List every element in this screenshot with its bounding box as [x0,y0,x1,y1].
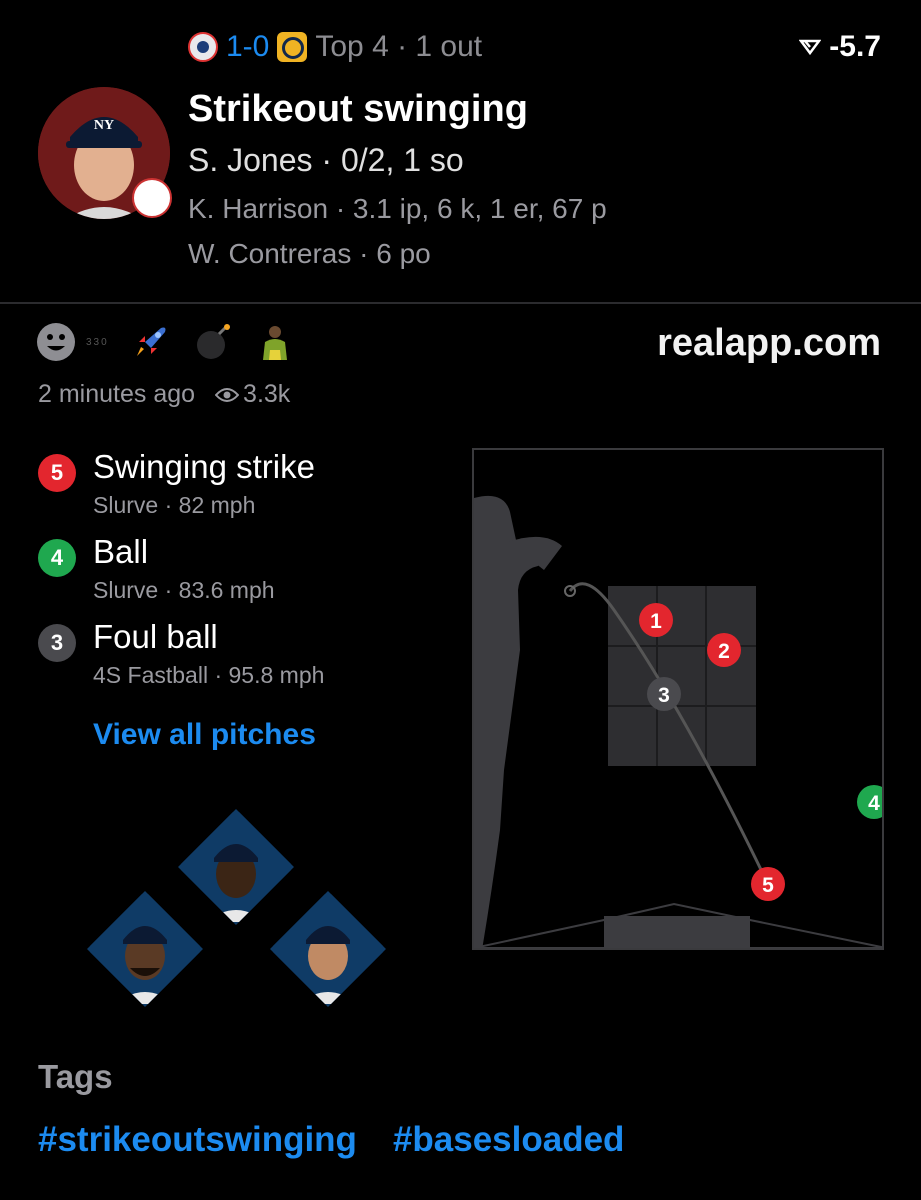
views: 3.3k [215,380,290,409]
nyy-logo-icon [188,32,218,62]
pitch-detail: Slurve · 83.6 mph [93,577,275,603]
pitch-speed: 83.6 mph [178,577,275,603]
zone-pitch-marker: 3 [647,677,681,711]
second-base-runner[interactable] [178,809,294,925]
eye-icon [215,387,240,402]
inning-status: Top 4 · 1 out [315,30,483,63]
tags-title: Tags [38,1058,113,1095]
svg-text:3: 3 [658,684,670,707]
bomb-icon[interactable] [193,322,233,362]
zone-pitch-marker: 2 [707,633,741,667]
divider [0,302,921,304]
pitch-speed: 95.8 mph [228,662,325,688]
first-base-runner[interactable] [270,891,386,1007]
pitcher-line[interactable]: K. Harrison · 3.1 ip, 6 k, 1 er, 67 p [188,193,607,225]
game-status-line: 1-0 Top 4 · 1 out [188,30,482,64]
svg-text:5: 5 [762,874,774,897]
pitch-type: 4S Fastball [93,662,209,688]
win-probability-value: -5.7 [829,30,881,63]
svg-text:2: 2 [718,640,730,663]
tag-list: #strikeoutswinging #basesloaded [38,1120,624,1160]
pitch-type: Slurve [93,577,159,603]
zone-box [608,586,756,766]
zone-pitch-marker: 1 [639,603,673,637]
svg-text:1: 1 [650,610,662,633]
pitch-number-badge: 4 [38,539,76,577]
pitch-type: Slurve [93,492,159,518]
reaction-row: 330 [36,322,295,362]
view-all-pitches-link[interactable]: View all pitches [93,718,316,752]
trend-icon [799,39,822,56]
post-meta: 2 minutes ago 3.3k [38,380,290,409]
svg-text:4: 4 [868,792,880,815]
pitch-result: Ball [93,533,149,570]
svg-text:NY: NY [94,118,114,133]
score: 1-0 [226,30,270,63]
pitch-detail: 4S Fastball · 95.8 mph [93,662,325,688]
third-base-runner[interactable] [87,891,203,1007]
pitch-number-badge: 3 [38,624,76,662]
pitch-result: Foul ball [93,618,218,655]
player-icon[interactable] [255,322,295,362]
win-probability: -5.7 [799,30,881,64]
strike-zone-graphic: 1 2 3 4 5 [474,495,882,948]
team-badge-icon [132,178,172,218]
pitch-detail: Slurve · 82 mph [93,492,256,518]
tag-link[interactable]: #basesloaded [393,1120,625,1160]
pitch-result: Swinging strike [93,448,315,485]
mil-logo-icon [277,32,308,62]
pitch-speed: 82 mph [178,492,256,518]
zone-pitch-marker: 4 [857,785,882,819]
rocket-icon[interactable] [131,322,171,362]
time-ago: 2 minutes ago [38,380,196,408]
pitch-number-badge: 5 [38,454,76,492]
smiley-face-icon[interactable] [36,322,76,362]
view-count: 3.3k [243,380,291,408]
strike-zone-panel: 1 2 3 4 5 [472,448,884,950]
batter-line[interactable]: S. Jones · 0/2, 1 so [188,142,464,179]
catcher-line[interactable]: W. Contreras · 6 po [188,238,431,270]
zone-pitch-marker: 5 [751,867,785,901]
reaction-count: 330 [86,336,109,348]
tag-link[interactable]: #strikeoutswinging [38,1120,357,1160]
play-title: Strikeout swinging [188,88,528,130]
site-link[interactable]: realapp.com [657,322,881,365]
